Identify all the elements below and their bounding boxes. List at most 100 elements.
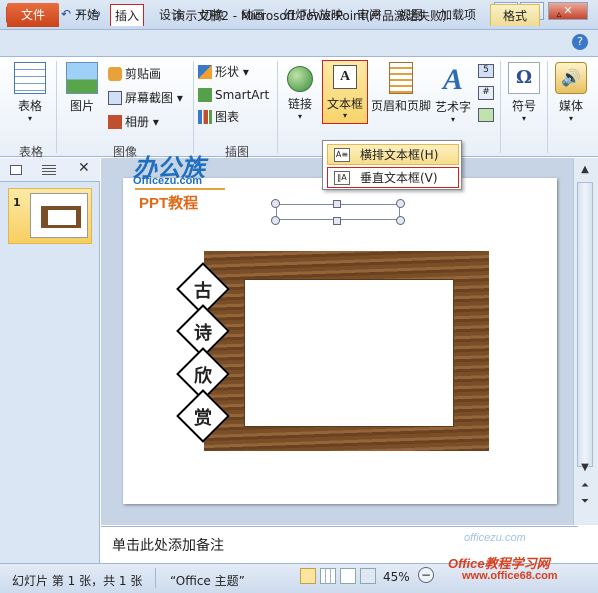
ribbon-divider bbox=[500, 61, 501, 153]
tab-review[interactable]: 审阅 bbox=[352, 4, 386, 26]
picture-button-label: 图片 bbox=[69, 99, 94, 113]
slide-thumbnail bbox=[30, 193, 88, 238]
resize-handle[interactable] bbox=[396, 216, 405, 225]
tab-view[interactable]: 视图 bbox=[394, 4, 428, 26]
ribbon-divider bbox=[547, 61, 548, 153]
link-button-label: 链接 bbox=[287, 97, 312, 111]
screenshot-button[interactable]: 屏幕截图 ▾ bbox=[108, 88, 183, 108]
previous-slide-icon[interactable]: ⏶ bbox=[576, 478, 594, 494]
speaker-icon: 🔊 bbox=[555, 62, 587, 94]
symbol-button[interactable]: Ω 符号 ▾ bbox=[504, 62, 544, 123]
status-slide-count: 幻灯片 第 1 张，共 1 张 bbox=[12, 574, 143, 588]
scroll-up-icon[interactable]: ▲ bbox=[576, 162, 594, 178]
ribbon-tab-bar bbox=[0, 30, 598, 57]
logo-url: Officezu.com bbox=[133, 175, 203, 187]
slide-sorter-icon[interactable] bbox=[320, 568, 336, 584]
slide-number-icon[interactable]: # bbox=[478, 86, 494, 100]
badge-char: 欣 bbox=[194, 366, 212, 387]
menu-item-horizontal-textbox[interactable]: A≡ 横排文本框(H) bbox=[327, 144, 459, 165]
menu-item-label: 横排文本框(H) bbox=[360, 148, 439, 162]
watermark-url: www.office68.com bbox=[462, 570, 558, 582]
link-button[interactable]: 链接 ▾ bbox=[282, 62, 318, 121]
table-button[interactable]: 表格 ▾ bbox=[10, 62, 50, 123]
logo-sub: PPT教程 bbox=[139, 195, 199, 212]
chevron-down-icon: ▾ bbox=[297, 112, 302, 121]
omega-icon: Ω bbox=[508, 62, 540, 94]
resize-handle[interactable] bbox=[333, 217, 341, 225]
photo-album-button[interactable]: 相册 ▾ bbox=[108, 112, 159, 132]
tab-file[interactable]: 文件 bbox=[7, 3, 59, 27]
chart-label: 图表 bbox=[215, 110, 240, 124]
object-icon[interactable] bbox=[478, 108, 494, 122]
status-theme[interactable]: “Office 主题” bbox=[170, 572, 245, 589]
ribbon-divider bbox=[56, 61, 57, 153]
zoom-level[interactable]: 45% bbox=[383, 570, 410, 584]
textbox-dropdown-menu: A≡ 横排文本框(H) ‖A 垂直文本框(V) bbox=[322, 140, 462, 190]
screenshot-label: 屏幕截图 bbox=[125, 91, 174, 105]
smartart-label: SmartArt bbox=[215, 88, 270, 102]
slides-tab-icon[interactable] bbox=[10, 165, 22, 175]
help-icon[interactable]: ? bbox=[572, 34, 588, 50]
horizontal-textbox-icon: A≡ bbox=[334, 148, 350, 162]
symbol-label: 符号 bbox=[511, 99, 536, 113]
ribbon-divider bbox=[193, 61, 194, 153]
tab-animations[interactable]: 动画 bbox=[236, 4, 270, 26]
tab-home[interactable]: 开始 bbox=[68, 4, 106, 26]
status-divider bbox=[155, 568, 156, 588]
zoom-out-icon[interactable]: − bbox=[418, 567, 434, 583]
textbox-button[interactable]: A 文本框 ▾ bbox=[322, 60, 368, 124]
frame-inner-panel bbox=[244, 279, 454, 427]
resize-handle[interactable] bbox=[271, 216, 280, 225]
chart-button[interactable]: 图表 bbox=[198, 107, 239, 127]
close-pane-icon[interactable]: ✕ bbox=[78, 160, 90, 176]
tab-insert[interactable]: 插入 bbox=[110, 4, 144, 26]
slideshow-icon[interactable] bbox=[360, 568, 376, 584]
resize-handle[interactable] bbox=[396, 199, 405, 208]
clipart-button[interactable]: 剪贴画 bbox=[108, 64, 161, 84]
textbox-icon: A bbox=[333, 65, 357, 89]
chevron-down-icon: ▾ bbox=[521, 114, 526, 123]
normal-view-icon[interactable] bbox=[300, 568, 316, 584]
chevron-down-icon: ▾ bbox=[27, 114, 32, 123]
vertical-textbox-icon: ‖A bbox=[334, 171, 350, 185]
badge-char: 古 bbox=[194, 281, 212, 302]
menu-item-vertical-textbox[interactable]: ‖A 垂直文本框(V) bbox=[327, 167, 459, 188]
chevron-down-icon: ▾ bbox=[568, 114, 573, 123]
clipart-icon bbox=[108, 67, 122, 81]
picture-button[interactable]: 图片 bbox=[62, 62, 102, 114]
smartart-button[interactable]: SmartArt bbox=[198, 85, 269, 105]
picture-icon bbox=[66, 62, 98, 94]
media-label: 媒体 bbox=[558, 99, 583, 113]
header-footer-icon bbox=[389, 62, 413, 94]
notes-placeholder: 单击此处添加备注 bbox=[112, 538, 224, 554]
scroll-down-icon[interactable]: ▼ bbox=[576, 460, 594, 476]
outline-tab-icon[interactable] bbox=[42, 165, 56, 175]
next-slide-icon[interactable]: ⏷ bbox=[576, 494, 594, 510]
shapes-button[interactable]: 形状 ▾ bbox=[198, 62, 249, 82]
album-label: 相册 bbox=[125, 115, 150, 129]
tab-slideshow[interactable]: 幻灯片放映 bbox=[280, 4, 346, 26]
table-button-label: 表格 bbox=[17, 99, 42, 113]
scrollbar-thumb[interactable] bbox=[577, 182, 593, 467]
minimize-ribbon-icon[interactable]: ▵ bbox=[552, 4, 566, 26]
textbox-label: 文本框 bbox=[326, 97, 363, 111]
resize-handle[interactable] bbox=[271, 199, 280, 208]
resize-handle[interactable] bbox=[333, 200, 341, 208]
shapes-icon bbox=[198, 65, 212, 79]
chevron-down-icon: ▾ bbox=[342, 111, 347, 120]
tab-format[interactable]: 格式 bbox=[490, 4, 540, 26]
tab-transitions[interactable]: 切换 bbox=[195, 4, 229, 26]
date-time-icon[interactable]: 5 bbox=[478, 64, 494, 78]
media-button[interactable]: 🔊 媒体 ▾ bbox=[551, 62, 591, 123]
header-footer-button[interactable]: 页眉和页脚 bbox=[370, 62, 432, 114]
tab-addins[interactable]: 加载项 bbox=[434, 4, 482, 26]
link-globe-icon bbox=[287, 66, 313, 92]
ribbon-divider bbox=[277, 61, 278, 153]
reading-view-icon[interactable] bbox=[340, 568, 356, 584]
wordart-button[interactable]: A 艺术字 ▾ bbox=[432, 62, 474, 124]
smartart-icon bbox=[198, 88, 212, 102]
tab-design[interactable]: 设计 bbox=[154, 4, 188, 26]
logo-underline bbox=[135, 188, 225, 190]
faint-watermark: officezu.com bbox=[464, 532, 526, 544]
header-footer-label: 页眉和页脚 bbox=[370, 99, 431, 113]
